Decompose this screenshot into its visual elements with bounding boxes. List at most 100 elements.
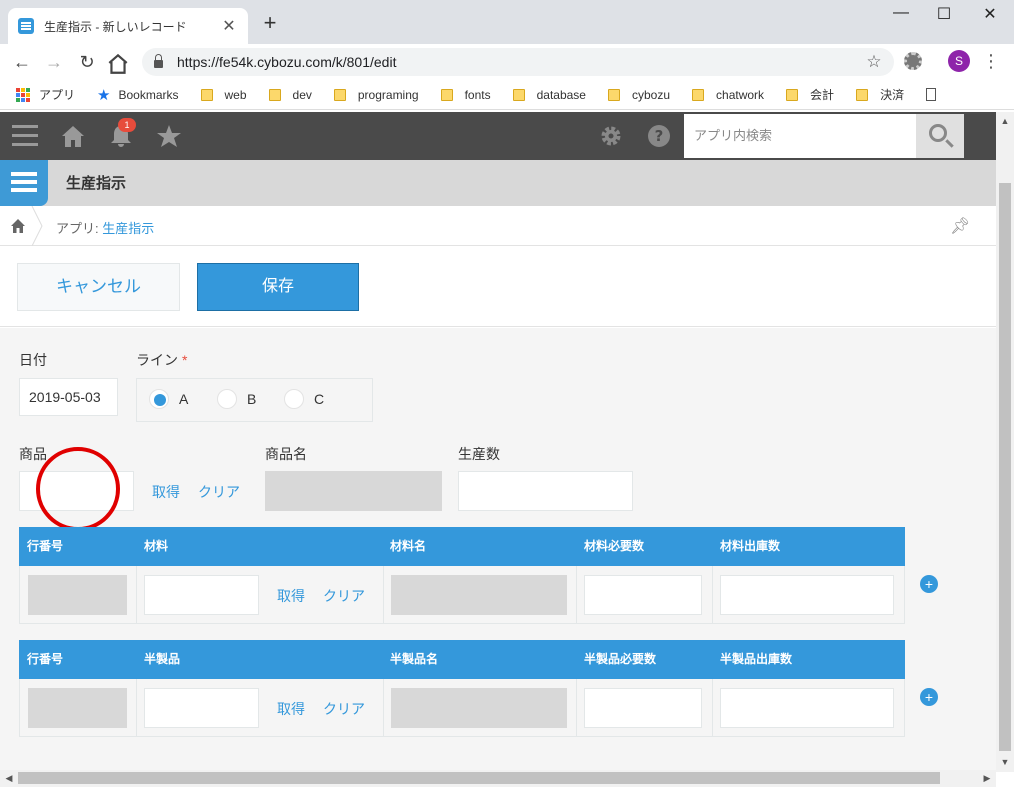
production-qty-input[interactable] — [458, 471, 633, 511]
notification-badge: 1 — [118, 118, 136, 132]
forward-icon[interactable]: → — [42, 50, 66, 74]
breadcrumb-app-link[interactable]: 生産指示 — [102, 221, 154, 236]
line-radio-a[interactable]: A — [149, 389, 188, 409]
date-input[interactable]: 2019-05-03 — [19, 378, 118, 416]
col-semi-issued: 半製品出庫数 — [720, 652, 793, 666]
profile-avatar[interactable]: S — [948, 50, 970, 72]
add-row-icon[interactable]: + — [920, 575, 938, 593]
app-search-input[interactable]: アプリ内検索 — [684, 114, 916, 158]
line-radio-group: A B C — [136, 378, 373, 422]
bookmark-folder-kessai[interactable]: 決済 — [856, 86, 904, 103]
radio-label: B — [247, 391, 257, 407]
new-tab-button[interactable]: + — [258, 12, 282, 36]
app-title-bar — [0, 160, 996, 206]
material-fetch-link[interactable]: 取得 — [277, 586, 305, 606]
save-button[interactable]: 保存 — [197, 263, 359, 311]
bookmark-label: アプリ — [39, 88, 76, 102]
address-bar[interactable]: https://fe54k.cybozu.com/k/801/edit ☆ — [142, 48, 894, 76]
lock-icon — [154, 54, 163, 68]
menu-icon[interactable] — [12, 125, 38, 147]
bookmark-folder-web[interactable]: web — [200, 87, 247, 102]
material-name-field — [391, 575, 567, 615]
bookmark-folder-chatwork[interactable]: chatwork — [692, 88, 764, 102]
product-name-field — [265, 471, 442, 511]
breadcrumb-separator — [31, 206, 43, 246]
product-name-label: 商品名 — [265, 446, 307, 462]
radio-button[interactable] — [217, 389, 237, 409]
bookmark-folder-cybozu[interactable]: cybozu — [607, 87, 671, 102]
search-icon — [929, 124, 947, 142]
settings-gear-icon[interactable] — [598, 124, 624, 148]
folder-icon — [786, 88, 799, 101]
semi-required-input[interactable] — [584, 688, 702, 728]
col-material-required: 材料必要数 — [584, 539, 645, 553]
pin-icon[interactable]: 📌︎ — [950, 216, 970, 236]
product-clear-link[interactable]: クリア — [198, 482, 240, 502]
bookmark-label: chatwork — [716, 87, 765, 102]
product-fetch-link[interactable]: 取得 — [152, 482, 180, 502]
line-label: ライン * — [136, 350, 187, 370]
minimize-button[interactable]: — — [886, 4, 916, 22]
bookmark-page[interactable] — [926, 88, 937, 101]
close-window-button[interactable]: ✕ — [975, 4, 1005, 24]
semi-table-header: 行番号 半製品 半製品名 半製品必要数 半製品出庫数 — [19, 640, 905, 679]
bookmark-label: web — [224, 87, 247, 102]
vertical-scroll-thumb[interactable] — [999, 183, 1011, 751]
scroll-right-icon[interactable]: ▶ — [980, 773, 994, 784]
extension-gear-icon[interactable] — [904, 52, 922, 70]
semi-product-input[interactable] — [144, 688, 259, 728]
bookmark-folder-programing[interactable]: programing — [333, 88, 419, 102]
bookmark-folder-database[interactable]: database — [512, 88, 586, 102]
browser-tab[interactable]: 生産指示 - 新しいレコード ✕ — [8, 8, 248, 44]
browser-tabstrip: 生産指示 - 新しいレコード ✕ + — ☐ ✕ — [0, 0, 1014, 44]
material-clear-link[interactable]: クリア — [323, 586, 365, 606]
scroll-left-icon[interactable]: ◀ — [2, 773, 16, 784]
help-icon[interactable]: ? — [646, 124, 672, 148]
bookmarks-bar: アプリ ★ Bookmarks web dev programing fonts… — [0, 80, 1014, 110]
close-tab-icon[interactable]: ✕ — [220, 16, 238, 36]
radio-label: A — [179, 391, 189, 407]
material-issued-input[interactable] — [720, 575, 894, 615]
browser-menu-icon[interactable]: ⋮ — [982, 50, 1000, 72]
page-icon — [926, 88, 937, 101]
maximize-button[interactable]: ☐ — [929, 4, 959, 24]
line-radio-c[interactable]: C — [284, 389, 324, 409]
bookmark-apps[interactable]: アプリ — [16, 86, 75, 103]
material-input[interactable] — [144, 575, 259, 615]
bookmark-bookmarks[interactable]: ★ Bookmarks — [97, 86, 178, 104]
back-icon[interactable]: ← — [10, 50, 34, 74]
line-radio-b[interactable]: B — [217, 389, 256, 409]
semi-clear-link[interactable]: クリア — [323, 699, 365, 719]
highlight-circle — [36, 447, 120, 531]
home-icon[interactable] — [106, 52, 130, 76]
horizontal-scroll-thumb[interactable] — [18, 772, 940, 784]
bookmark-label: fonts — [464, 87, 491, 102]
cancel-button[interactable]: キャンセル — [17, 263, 180, 311]
bookmark-folder-kaikei[interactable]: 会計 — [786, 86, 834, 103]
col-material: 材料 — [144, 539, 169, 553]
bookmark-label: Bookmarks — [118, 87, 179, 102]
search-button[interactable] — [916, 114, 964, 158]
material-required-input[interactable] — [584, 575, 702, 615]
scroll-up-icon[interactable]: ▲ — [998, 116, 1012, 126]
favorites-star-icon[interactable] — [156, 124, 182, 148]
bookmark-folder-dev[interactable]: dev — [268, 88, 312, 102]
bookmark-label: cybozu — [631, 87, 671, 102]
scroll-down-icon[interactable]: ▼ — [998, 757, 1012, 767]
bookmark-label: 会計 — [810, 88, 835, 102]
folder-icon — [692, 88, 705, 101]
add-row-icon[interactable]: + — [920, 688, 938, 706]
production-qty-label: 生産数 — [458, 446, 500, 462]
breadcrumb-home-icon[interactable] — [10, 218, 26, 234]
radio-button-selected[interactable] — [149, 389, 169, 409]
reload-icon[interactable]: ↻ — [75, 50, 99, 74]
bookmark-star-icon[interactable]: ☆ — [862, 52, 886, 72]
radio-button[interactable] — [284, 389, 304, 409]
apps-icon — [16, 87, 30, 102]
bookmark-folder-fonts[interactable]: fonts — [440, 87, 491, 102]
portal-home-icon[interactable] — [60, 124, 86, 148]
semi-fetch-link[interactable]: 取得 — [277, 699, 305, 719]
app-list-icon — [0, 160, 48, 206]
semi-issued-input[interactable] — [720, 688, 894, 728]
col-material-name: 材料名 — [390, 539, 427, 553]
